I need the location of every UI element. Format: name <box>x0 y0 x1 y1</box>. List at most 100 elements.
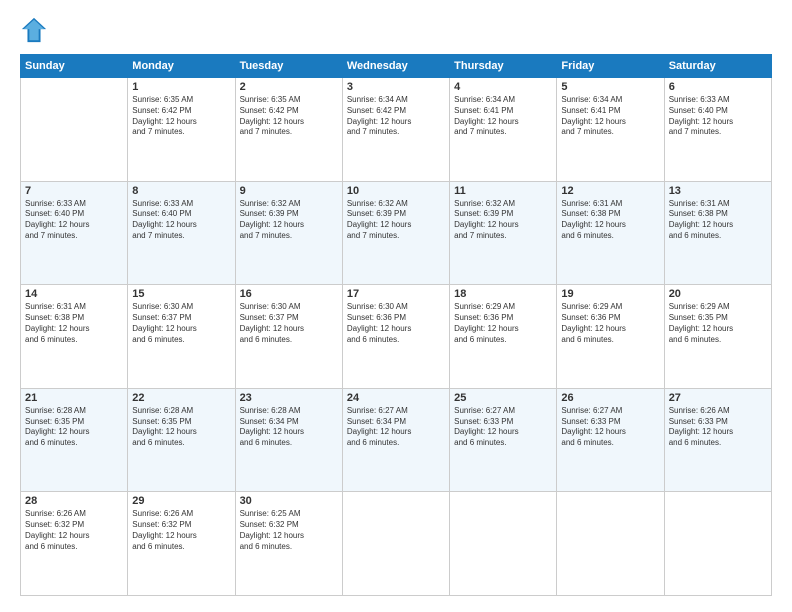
calendar-cell: 18Sunrise: 6:29 AM Sunset: 6:36 PM Dayli… <box>450 285 557 389</box>
calendar-cell: 25 Sunrise: 6:27 AM Sunset: 6:33 PM Dayli… <box>450 388 557 492</box>
calendar-cell: 17 Sunrise: 6:30 AM Sunset: 6:36 PM Dayli… <box>342 285 449 389</box>
calendar-cell: 21 Sunrise: 6:28 AM Sunset: 6:35 PM Dayli… <box>21 388 128 492</box>
day-number: 22 <box>132 392 230 404</box>
day-info: Sunrise: 6:29 AM Sunset: 6:35 PM Dayligh… <box>669 302 767 345</box>
calendar-cell: 8Sunrise: 6:33 AM Sunset: 6:40 PM Daylig… <box>128 181 235 285</box>
day-info: Sunrise: 6:28 AM Sunset: 6:35 PM Dayligh… <box>25 406 123 449</box>
calendar-cell: 11Sunrise: 6:32 AM Sunset: 6:39 PM Dayli… <box>450 181 557 285</box>
calendar-cell: 15Sunrise: 6:30 AM Sunset: 6:37 PM Dayli… <box>128 285 235 389</box>
logo-icon <box>20 16 48 44</box>
calendar-header-row: SundayMondayTuesdayWednesdayThursdayFrid… <box>21 55 772 78</box>
calendar-week-row: 14 Sunrise: 6:31 AM Sunset: 6:38 PM Dayli… <box>21 285 772 389</box>
calendar-cell <box>342 492 449 596</box>
day-info: Sunrise: 6:27 AM Sunset: 6:34 PM Dayligh… <box>347 406 445 449</box>
calendar-cell: 12 Sunrise: 6:31 AM Sunset: 6:38 PM Dayli… <box>557 181 664 285</box>
day-number: 29 <box>132 495 230 507</box>
calendar-week-row: 28 Sunrise: 6:26 AM Sunset: 6:32 PM Dayli… <box>21 492 772 596</box>
calendar-cell: 6 Sunrise: 6:33 AM Sunset: 6:40 PM Daylig… <box>664 78 771 182</box>
calendar-cell: 13Sunrise: 6:31 AM Sunset: 6:38 PM Dayli… <box>664 181 771 285</box>
page: SundayMondayTuesdayWednesdayThursdayFrid… <box>0 0 792 612</box>
day-number: 23 <box>240 392 338 404</box>
day-number: 7 <box>25 185 123 197</box>
day-number: 17 <box>347 288 445 300</box>
calendar-header-cell: Wednesday <box>342 55 449 78</box>
calendar-cell: 19 Sunrise: 6:29 AM Sunset: 6:36 PM Dayli… <box>557 285 664 389</box>
day-number: 13 <box>669 185 767 197</box>
day-info: Sunrise: 6:27 AM Sunset: 6:33 PM Dayligh… <box>561 406 659 449</box>
day-number: 9 <box>240 185 338 197</box>
day-number: 1 <box>132 81 230 93</box>
day-number: 16 <box>240 288 338 300</box>
calendar-table: SundayMondayTuesdayWednesdayThursdayFrid… <box>20 54 772 596</box>
calendar-cell: 26 Sunrise: 6:27 AM Sunset: 6:33 PM Dayli… <box>557 388 664 492</box>
calendar-cell: 14 Sunrise: 6:31 AM Sunset: 6:38 PM Dayli… <box>21 285 128 389</box>
calendar-cell: 30 Sunrise: 6:25 AM Sunset: 6:32 PM Dayli… <box>235 492 342 596</box>
calendar-header-cell: Saturday <box>664 55 771 78</box>
day-info: Sunrise: 6:28 AM Sunset: 6:34 PM Dayligh… <box>240 406 338 449</box>
day-number: 3 <box>347 81 445 93</box>
day-info: Sunrise: 6:35 AM Sunset: 6:42 PM Dayligh… <box>240 95 338 138</box>
calendar-week-row: 7 Sunrise: 6:33 AM Sunset: 6:40 PM Daylig… <box>21 181 772 285</box>
calendar-header-cell: Friday <box>557 55 664 78</box>
calendar-cell <box>21 78 128 182</box>
calendar-week-row: 1 Sunrise: 6:35 AM Sunset: 6:42 PM Daylig… <box>21 78 772 182</box>
day-info: Sunrise: 6:33 AM Sunset: 6:40 PM Dayligh… <box>132 199 230 242</box>
calendar-week-row: 21 Sunrise: 6:28 AM Sunset: 6:35 PM Dayli… <box>21 388 772 492</box>
day-info: Sunrise: 6:34 AM Sunset: 6:41 PM Dayligh… <box>561 95 659 138</box>
day-number: 4 <box>454 81 552 93</box>
day-info: Sunrise: 6:35 AM Sunset: 6:42 PM Dayligh… <box>132 95 230 138</box>
day-info: Sunrise: 6:30 AM Sunset: 6:37 PM Dayligh… <box>240 302 338 345</box>
calendar-cell: 1 Sunrise: 6:35 AM Sunset: 6:42 PM Daylig… <box>128 78 235 182</box>
day-info: Sunrise: 6:31 AM Sunset: 6:38 PM Dayligh… <box>561 199 659 242</box>
day-number: 11 <box>454 185 552 197</box>
day-number: 21 <box>25 392 123 404</box>
day-info: Sunrise: 6:32 AM Sunset: 6:39 PM Dayligh… <box>347 199 445 242</box>
day-info: Sunrise: 6:34 AM Sunset: 6:41 PM Dayligh… <box>454 95 552 138</box>
calendar-cell: 2Sunrise: 6:35 AM Sunset: 6:42 PM Daylig… <box>235 78 342 182</box>
day-info: Sunrise: 6:32 AM Sunset: 6:39 PM Dayligh… <box>240 199 338 242</box>
day-info: Sunrise: 6:27 AM Sunset: 6:33 PM Dayligh… <box>454 406 552 449</box>
calendar-cell: 10 Sunrise: 6:32 AM Sunset: 6:39 PM Dayli… <box>342 181 449 285</box>
calendar-cell: 24Sunrise: 6:27 AM Sunset: 6:34 PM Dayli… <box>342 388 449 492</box>
day-number: 12 <box>561 185 659 197</box>
calendar-cell <box>450 492 557 596</box>
calendar-header-cell: Thursday <box>450 55 557 78</box>
calendar-header-cell: Sunday <box>21 55 128 78</box>
day-info: Sunrise: 6:29 AM Sunset: 6:36 PM Dayligh… <box>561 302 659 345</box>
day-number: 30 <box>240 495 338 507</box>
calendar-cell: 16 Sunrise: 6:30 AM Sunset: 6:37 PM Dayli… <box>235 285 342 389</box>
calendar-cell: 7 Sunrise: 6:33 AM Sunset: 6:40 PM Daylig… <box>21 181 128 285</box>
logo <box>20 16 52 44</box>
day-number: 20 <box>669 288 767 300</box>
calendar-cell <box>664 492 771 596</box>
day-number: 10 <box>347 185 445 197</box>
day-number: 25 <box>454 392 552 404</box>
day-number: 5 <box>561 81 659 93</box>
day-number: 19 <box>561 288 659 300</box>
calendar-cell: 4 Sunrise: 6:34 AM Sunset: 6:41 PM Daylig… <box>450 78 557 182</box>
day-number: 15 <box>132 288 230 300</box>
day-number: 6 <box>669 81 767 93</box>
day-info: Sunrise: 6:28 AM Sunset: 6:35 PM Dayligh… <box>132 406 230 449</box>
day-number: 26 <box>561 392 659 404</box>
calendar-header-cell: Monday <box>128 55 235 78</box>
calendar-cell: 22 Sunrise: 6:28 AM Sunset: 6:35 PM Dayli… <box>128 388 235 492</box>
day-info: Sunrise: 6:31 AM Sunset: 6:38 PM Dayligh… <box>25 302 123 345</box>
calendar-cell: 27 Sunrise: 6:26 AM Sunset: 6:33 PM Dayli… <box>664 388 771 492</box>
calendar-cell: 28 Sunrise: 6:26 AM Sunset: 6:32 PM Dayli… <box>21 492 128 596</box>
day-info: Sunrise: 6:26 AM Sunset: 6:32 PM Dayligh… <box>25 509 123 552</box>
day-number: 14 <box>25 288 123 300</box>
day-info: Sunrise: 6:26 AM Sunset: 6:32 PM Dayligh… <box>132 509 230 552</box>
calendar-cell: 5 Sunrise: 6:34 AM Sunset: 6:41 PM Daylig… <box>557 78 664 182</box>
day-info: Sunrise: 6:25 AM Sunset: 6:32 PM Dayligh… <box>240 509 338 552</box>
day-info: Sunrise: 6:26 AM Sunset: 6:33 PM Dayligh… <box>669 406 767 449</box>
calendar-cell: 3 Sunrise: 6:34 AM Sunset: 6:42 PM Daylig… <box>342 78 449 182</box>
day-info: Sunrise: 6:30 AM Sunset: 6:36 PM Dayligh… <box>347 302 445 345</box>
day-info: Sunrise: 6:33 AM Sunset: 6:40 PM Dayligh… <box>669 95 767 138</box>
day-info: Sunrise: 6:33 AM Sunset: 6:40 PM Dayligh… <box>25 199 123 242</box>
calendar-header-cell: Tuesday <box>235 55 342 78</box>
day-number: 27 <box>669 392 767 404</box>
day-number: 28 <box>25 495 123 507</box>
calendar-cell <box>557 492 664 596</box>
day-info: Sunrise: 6:34 AM Sunset: 6:42 PM Dayligh… <box>347 95 445 138</box>
